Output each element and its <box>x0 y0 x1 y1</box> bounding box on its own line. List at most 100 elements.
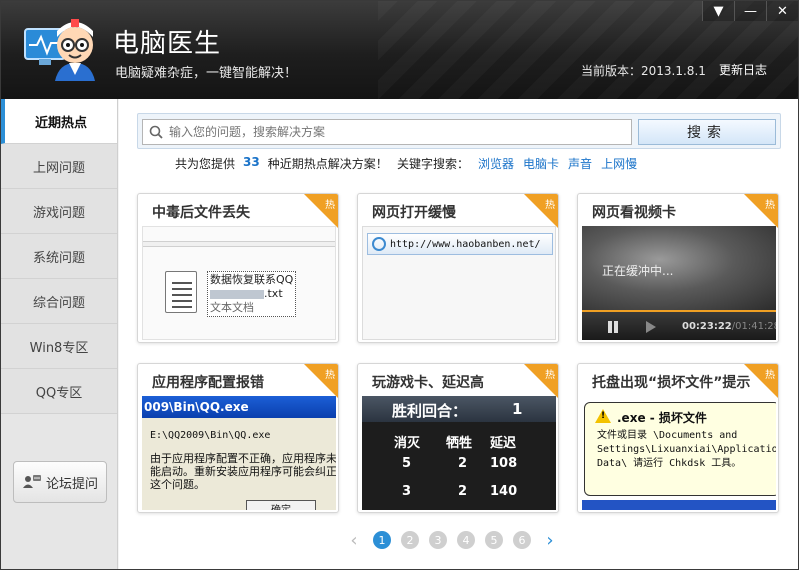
scoreboard-header-row: 消灭 牺牲 延迟 <box>362 432 556 458</box>
error-message: 由于应用程序配置不正确，应用程序未能启动。重新安装应用程序可能会纠正这个问题。 <box>150 452 336 491</box>
ok-button: 确定 <box>246 500 316 510</box>
file-ext-row: .txt <box>210 287 293 301</box>
solution-count: 33 <box>243 155 260 169</box>
page-1-button[interactable]: 1 <box>373 531 391 549</box>
balloon-body: 文件或目录 \Documents and Settings\Lixuanxiai… <box>597 430 776 469</box>
forum-ask-button[interactable]: 论坛提问 <box>13 461 107 503</box>
cell-kills: 5 <box>402 456 412 471</box>
col-ping: 延迟 <box>490 436 517 451</box>
solution-card[interactable]: 中毒后文件丢失 热 数据恢复联系QQ .txt 文本文档 <box>137 193 339 343</box>
window-controls: ▼ — ✕ <box>702 1 798 21</box>
sidebar-item-general[interactable]: 综合问题 <box>1 279 117 324</box>
menu-dropdown-button[interactable]: ▼ <box>702 1 734 21</box>
card-thumbnail: 胜利回合： 1 消灭 牺牲 延迟 5 2 108 3 2 140 <box>362 396 556 510</box>
search-icon <box>149 125 163 139</box>
forum-ask-label: 论坛提问 <box>45 476 98 492</box>
solution-card[interactable]: 应用程序配置报错 热 009\Bin\QQ.exe E:\QQ2009\Bin\… <box>137 363 339 513</box>
browser-icon <box>372 237 386 251</box>
file-name: 数据恢复联系QQ <box>210 273 294 286</box>
count-suffix: 种近期热点解决方案！ <box>267 157 388 171</box>
cell-deaths: 2 <box>458 456 468 471</box>
text-file-icon <box>165 271 197 313</box>
solution-card[interactable]: 网页看视频卡 热 正在缓冲中... 00:23:22/01:41:28 <box>577 193 779 343</box>
search-input[interactable] <box>169 125 609 139</box>
solution-count-line: 共为您提供 33 种近期热点解决方案！ <box>175 155 388 172</box>
error-window-title: 009\Bin\QQ.exe <box>142 396 336 418</box>
card-thumbnail: 009\Bin\QQ.exe E:\QQ2009\Bin\QQ.exe 由于应用… <box>142 396 336 510</box>
keyword-browser-link[interactable]: 浏览器 <box>478 155 514 172</box>
taskbar-strip <box>582 500 776 510</box>
card-title: 托盘出现“损坏文件”提示 <box>592 375 751 391</box>
warning-icon: ! <box>595 409 611 423</box>
card-thumbnail: 正在缓冲中... 00:23:22/01:41:28 <box>582 226 776 340</box>
keyword-slow-internet-link[interactable]: 上网慢 <box>601 155 637 172</box>
scoreboard-header: 胜利回合： 1 <box>362 396 556 422</box>
page-5-button[interactable]: 5 <box>485 531 503 549</box>
rounds-label: 胜利回合： <box>392 402 468 420</box>
keyword-search: 关键字搜索： 浏览器 电脑卡 声音 上网慢 <box>397 155 637 172</box>
file-label: 数据恢复联系QQ .txt 文本文档 <box>207 271 297 317</box>
hot-badge-label: 热 <box>325 200 335 211</box>
cell-ping: 140 <box>490 484 518 499</box>
search-bar: 搜索 <box>137 113 781 149</box>
sidebar: 近期热点 上网问题 游戏问题 系统问题 综合问题 Win8专区 QQ专区 论坛提… <box>1 99 118 569</box>
solution-card[interactable]: 网页打开缓慢 热 http://www.haobanben.net/ <box>357 193 559 343</box>
keyword-sound-link[interactable]: 声音 <box>568 155 592 172</box>
app-title: 电脑医生 <box>113 29 222 59</box>
sidebar-item-qq[interactable]: QQ专区 <box>1 369 117 414</box>
buffering-text: 正在缓冲中... <box>602 264 674 278</box>
main-panel: 搜索 共为您提供 33 种近期热点解决方案！ 关键字搜索： 浏览器 电脑卡 声音… <box>119 99 798 569</box>
video-controls: 00:23:22/01:41:28 <box>582 310 776 340</box>
page-6-button[interactable]: 6 <box>513 531 531 549</box>
hot-badge-label: 热 <box>765 200 775 211</box>
card-title: 玩游戏卡、延迟高 <box>372 375 484 391</box>
close-button[interactable]: ✕ <box>766 1 798 21</box>
search-box[interactable] <box>142 119 632 145</box>
balloon-tip: ! .exe - 损坏文件 文件或目录 \Documents and Setti… <box>584 402 776 496</box>
next-icon <box>646 321 656 333</box>
next-page-button[interactable]: › <box>541 530 559 551</box>
scoreboard-row: 3 2 140 <box>362 484 556 510</box>
time-current: 00:23:22 <box>682 321 732 332</box>
sidebar-item-hot[interactable]: 近期热点 <box>1 99 117 144</box>
url-text: http://www.haobanben.net/ <box>390 238 541 250</box>
video-time: 00:23:22/01:41:28 <box>682 321 776 332</box>
keyword-slow-pc-link[interactable]: 电脑卡 <box>523 155 559 172</box>
hot-badge-label: 热 <box>545 370 555 381</box>
file-type: 文本文档 <box>210 301 254 314</box>
page-4-button[interactable]: 4 <box>457 531 475 549</box>
doctor-logo-icon <box>24 19 95 81</box>
cell-deaths: 2 <box>458 484 468 499</box>
address-bar: http://www.haobanben.net/ <box>367 233 553 255</box>
count-prefix: 共为您提供 <box>175 157 236 171</box>
sidebar-item-internet[interactable]: 上网问题 <box>1 144 117 189</box>
card-thumbnail: ! .exe - 损坏文件 文件或目录 \Documents and Setti… <box>582 396 776 510</box>
card-thumbnail: http://www.haobanben.net/ <box>362 226 556 340</box>
redacted-text <box>210 289 264 299</box>
search-button[interactable]: 搜索 <box>638 119 776 145</box>
cell-kills: 3 <box>402 484 412 499</box>
users-chat-icon <box>22 475 41 488</box>
balloon-title: .exe - 损坏文件 <box>617 411 707 425</box>
changelog-link[interactable]: 更新日志 <box>719 61 767 78</box>
sidebar-item-win8[interactable]: Win8专区 <box>1 324 117 369</box>
sidebar-item-games[interactable]: 游戏问题 <box>1 189 117 234</box>
minimize-button[interactable]: — <box>734 1 766 21</box>
app-subtitle: 电脑疑难杂症，一键智能解决！ <box>115 66 298 81</box>
card-title: 应用程序配置报错 <box>152 375 264 391</box>
solution-card[interactable]: 托盘出现“损坏文件”提示 热 ! .exe - 损坏文件 文件或目录 \Docu… <box>577 363 779 513</box>
page-3-button[interactable]: 3 <box>429 531 447 549</box>
page-2-button[interactable]: 2 <box>401 531 419 549</box>
hot-badge-label: 热 <box>325 370 335 381</box>
pause-icon <box>608 321 612 333</box>
hot-badge-label: 热 <box>765 370 775 381</box>
sidebar-item-system[interactable]: 系统问题 <box>1 234 117 279</box>
scoreboard-row: 5 2 108 <box>362 456 556 482</box>
card-title: 网页看视频卡 <box>592 205 676 221</box>
prev-page-button[interactable]: ‹ <box>345 530 363 551</box>
solution-card[interactable]: 玩游戏卡、延迟高 热 胜利回合： 1 消灭 牺牲 延迟 5 2 108 3 2 … <box>357 363 559 513</box>
col-deaths: 牺牲 <box>446 436 473 451</box>
app-window: 电脑医生 电脑疑难杂症，一键智能解决！ 当前版本：2013.1.8.1 更新日志… <box>0 0 799 570</box>
error-path: E:\QQ2009\Bin\QQ.exe <box>150 430 271 441</box>
hot-badge-label: 热 <box>545 200 555 211</box>
